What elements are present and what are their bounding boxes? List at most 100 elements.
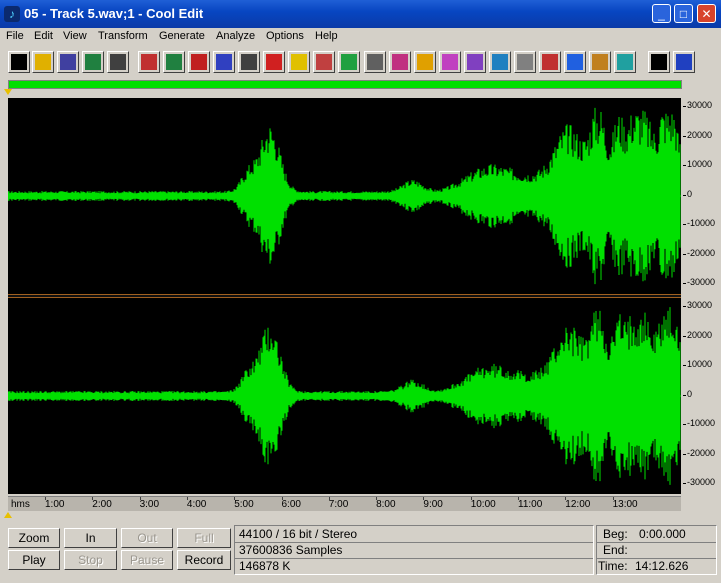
maximize-button[interactable]: □ bbox=[674, 4, 693, 23]
begin-value[interactable]: 0:00.000 bbox=[639, 527, 686, 541]
overview-marker[interactable] bbox=[4, 89, 12, 95]
menu-analyze[interactable]: Analyze bbox=[216, 30, 255, 42]
pause-button[interactable]: Pause bbox=[121, 550, 173, 570]
app-icon[interactable]: ♪ bbox=[4, 6, 20, 22]
hourglass-button[interactable] bbox=[614, 51, 636, 73]
scale-tick bbox=[683, 424, 686, 425]
scale-label: 0 bbox=[687, 188, 693, 199]
multitrack-button[interactable] bbox=[648, 51, 670, 73]
menu-options[interactable]: Options bbox=[266, 30, 304, 42]
menu-bar: File Edit View Transform Generate Analyz… bbox=[0, 28, 721, 46]
triangle-icon bbox=[291, 54, 307, 70]
radio-wave-button[interactable] bbox=[389, 51, 411, 73]
format-info: 44100 / 16 bit / Stereo bbox=[239, 527, 358, 541]
scale-tick bbox=[683, 306, 686, 307]
arrow-down-button[interactable] bbox=[263, 51, 285, 73]
scale-label: -10000 bbox=[687, 418, 716, 428]
wave-curve-icon bbox=[567, 54, 583, 70]
waveform-right-graphic bbox=[8, 307, 681, 485]
time-value: 14:12.626 bbox=[635, 559, 689, 573]
grid-button[interactable] bbox=[82, 51, 104, 73]
ruler-label: 12:00 bbox=[565, 499, 591, 510]
diamond-button[interactable] bbox=[238, 51, 260, 73]
ruler-label: 7:00 bbox=[328, 499, 349, 510]
save-button[interactable] bbox=[57, 51, 79, 73]
save-icon bbox=[60, 54, 76, 70]
scale-label: 20000 bbox=[687, 329, 713, 340]
matrix-button[interactable] bbox=[464, 51, 486, 73]
ruler-unit: hms bbox=[11, 499, 30, 510]
music-note-button[interactable] bbox=[213, 51, 235, 73]
playback-position-marker[interactable] bbox=[4, 512, 12, 518]
rewind-marks-button[interactable] bbox=[138, 51, 160, 73]
menu-view[interactable]: View bbox=[63, 30, 87, 42]
scale-label: 30000 bbox=[687, 100, 713, 110]
zoom-in-button[interactable]: In bbox=[64, 528, 117, 548]
headphones-button[interactable] bbox=[107, 51, 129, 73]
stop-button[interactable]: Stop bbox=[64, 550, 117, 570]
window-title: 05 - Track 5.wav;1 - Cool Edit bbox=[24, 6, 204, 21]
multitrack-color-button[interactable] bbox=[673, 51, 695, 73]
scale-label: -30000 bbox=[687, 477, 716, 487]
menu-help[interactable]: Help bbox=[315, 30, 338, 42]
gradient-button[interactable] bbox=[589, 51, 611, 73]
ruler-label: 8:00 bbox=[376, 499, 396, 510]
ruler-label: 6:00 bbox=[281, 499, 301, 510]
stereo-button[interactable] bbox=[163, 51, 185, 73]
menu-edit[interactable]: Edit bbox=[34, 30, 53, 42]
time-ruler[interactable]: hms 1:00 2:00 3:00 4:00 5:00 6:00 7:00 8:00 9:00… bbox=[8, 496, 681, 511]
scale-label: 10000 bbox=[687, 159, 713, 169]
record-button[interactable]: Record bbox=[177, 550, 231, 570]
waveform-edit-icon bbox=[11, 54, 27, 70]
menu-transform[interactable]: Transform bbox=[98, 30, 148, 42]
waveform-edit-button[interactable] bbox=[8, 51, 30, 73]
zoom-button[interactable]: Zoom bbox=[8, 528, 60, 548]
minimize-button[interactable]: _ bbox=[652, 4, 671, 23]
scale-tick bbox=[683, 283, 686, 284]
noise-icon bbox=[517, 54, 533, 70]
play-button[interactable]: Play bbox=[8, 550, 60, 570]
gradient-icon bbox=[592, 54, 608, 70]
scale-tick bbox=[683, 335, 686, 337]
file-size: 146878 K bbox=[239, 559, 291, 573]
waveform-channel-right[interactable] bbox=[8, 298, 681, 494]
menu-file[interactable]: File bbox=[6, 30, 24, 42]
title-bar: ♪ 05 - Track 5.wav;1 - Cool Edit _ □ ✕ bbox=[0, 0, 721, 28]
zoom-full-button[interactable]: Full bbox=[177, 528, 231, 548]
spectrum-button[interactable] bbox=[439, 51, 461, 73]
filter-button[interactable] bbox=[539, 51, 561, 73]
scale-tick bbox=[683, 106, 686, 107]
clock-button[interactable] bbox=[364, 51, 386, 73]
amplitude-scale-left: 30000 20000 10000 0 -10000 -20000 -30000 bbox=[683, 98, 721, 294]
noise-button[interactable] bbox=[514, 51, 536, 73]
waveform-left-graphic bbox=[8, 107, 681, 285]
time-label: Time: bbox=[598, 559, 628, 573]
loop-icon bbox=[191, 54, 207, 70]
close-button[interactable]: ✕ bbox=[697, 4, 716, 23]
amplitude-scale-right: 30000 20000 10000 0 -10000 -20000 -30000 bbox=[683, 298, 721, 494]
lines-button[interactable] bbox=[313, 51, 335, 73]
waveform-channel-left[interactable] bbox=[8, 98, 681, 294]
open-file-button[interactable] bbox=[32, 51, 54, 73]
scale-label: 30000 bbox=[687, 300, 713, 310]
zoom-out-button[interactable]: Out bbox=[121, 528, 173, 548]
file-info-panel: 44100 / 16 bit / Stereo 37600836 Samples… bbox=[234, 525, 594, 575]
wave-lines-button[interactable] bbox=[489, 51, 511, 73]
triangle-button[interactable] bbox=[288, 51, 310, 73]
ruler-label: 5:00 bbox=[234, 499, 254, 510]
scale-label: -20000 bbox=[687, 447, 716, 458]
ruler-label: 10:00 bbox=[470, 499, 496, 510]
loop-button[interactable] bbox=[188, 51, 210, 73]
overview-bar[interactable] bbox=[8, 80, 682, 89]
ruler-label: 3:00 bbox=[139, 499, 160, 510]
scale-label: -20000 bbox=[687, 247, 716, 258]
ruler-label: 1:00 bbox=[45, 499, 65, 510]
ruler-label: 4:00 bbox=[186, 499, 207, 510]
arrow-down-icon bbox=[266, 54, 282, 70]
spectrum-icon bbox=[442, 54, 458, 70]
menu-generate[interactable]: Generate bbox=[159, 30, 205, 42]
grid-green-button[interactable] bbox=[338, 51, 360, 73]
tape-button[interactable] bbox=[414, 51, 436, 73]
wave-curve-button[interactable] bbox=[564, 51, 586, 73]
diamond-icon bbox=[241, 54, 257, 70]
